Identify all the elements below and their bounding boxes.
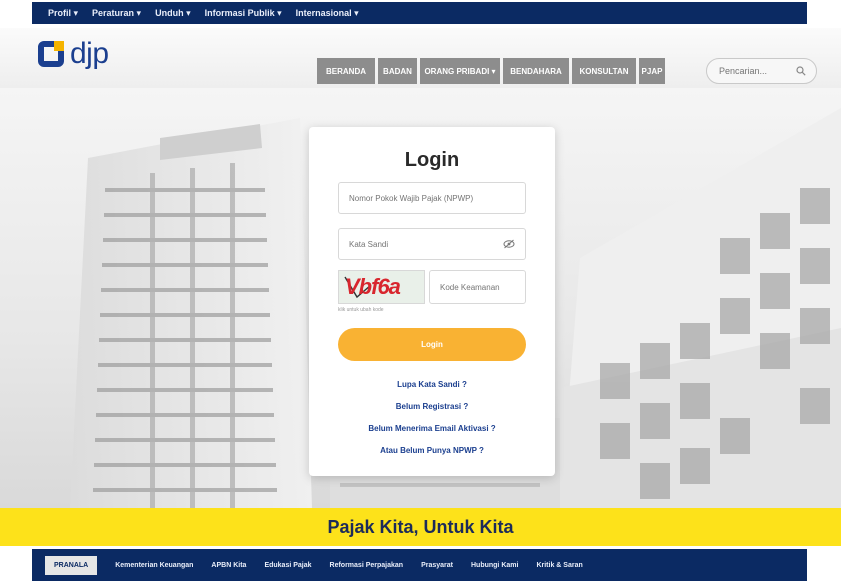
footer-reformasi-perpajakan[interactable]: Reformasi Perpajakan bbox=[330, 562, 404, 569]
footer-edukasi-pajak[interactable]: Edukasi Pajak bbox=[264, 562, 311, 569]
search-input[interactable] bbox=[719, 66, 791, 76]
top-nav: Profil ▾ Peraturan ▾ Unduh ▾ Informasi P… bbox=[32, 2, 807, 24]
top-nav-informasi-publik[interactable]: Informasi Publik ▾ bbox=[205, 8, 282, 19]
nav-konsultan[interactable]: KONSULTAN bbox=[572, 58, 636, 84]
logo-text: djp bbox=[70, 37, 109, 70]
captcha-hint[interactable]: klik untuk ubah kode bbox=[338, 307, 384, 313]
nav-badan[interactable]: BADAN bbox=[378, 58, 417, 84]
password-input[interactable] bbox=[349, 239, 499, 249]
footer-apbn-kita[interactable]: APBN Kita bbox=[211, 562, 246, 569]
captcha-field-wrapper bbox=[429, 270, 526, 304]
eye-slash-icon[interactable] bbox=[503, 239, 515, 249]
search-box bbox=[706, 58, 817, 84]
captcha-input[interactable] bbox=[440, 282, 520, 292]
search-icon[interactable] bbox=[796, 66, 806, 76]
captcha-text: Vbf6a bbox=[345, 274, 401, 299]
top-nav-peraturan[interactable]: Peraturan ▾ bbox=[92, 8, 141, 19]
top-nav-unduh[interactable]: Unduh ▾ bbox=[155, 8, 191, 19]
captcha-image[interactable]: Vbf6a bbox=[338, 270, 425, 304]
djp-logo[interactable]: djp bbox=[38, 37, 109, 70]
top-nav-internasional[interactable]: Internasional ▾ bbox=[296, 8, 359, 19]
footer-bar: PRANALA Kementerian Keuangan APBN Kita E… bbox=[0, 546, 841, 587]
nav-bendahara[interactable]: BENDAHARA bbox=[503, 58, 569, 84]
no-npwp-link[interactable]: Atau Belum Punya NPWP ? bbox=[309, 446, 555, 455]
footer-nav: PRANALA Kementerian Keuangan APBN Kita E… bbox=[32, 549, 807, 581]
footer-pranala[interactable]: PRANALA bbox=[45, 555, 98, 575]
npwp-field-wrapper bbox=[338, 182, 526, 214]
main-nav: BERANDA BADAN ORANG PRIBADI ▾ BENDAHARA … bbox=[317, 58, 665, 84]
nav-orang-pribadi[interactable]: ORANG PRIBADI ▾ bbox=[420, 58, 500, 84]
nav-pjap[interactable]: PJAP bbox=[639, 58, 665, 84]
top-bar: Profil ▾ Peraturan ▾ Unduh ▾ Informasi P… bbox=[0, 0, 841, 28]
login-title: Login bbox=[404, 149, 460, 171]
tagline-banner: Pajak Kita, Untuk Kita bbox=[0, 508, 841, 546]
footer-kritik-saran[interactable]: Kritik & Saran bbox=[536, 562, 582, 569]
login-card: Login Vbf6a klik untuk ubah kode Login L… bbox=[309, 127, 555, 476]
top-nav-profil[interactable]: Profil ▾ bbox=[48, 8, 78, 19]
npwp-input[interactable] bbox=[349, 193, 499, 203]
nav-beranda[interactable]: BERANDA bbox=[317, 58, 375, 84]
footer-kementerian-keuangan[interactable]: Kementerian Keuangan bbox=[115, 562, 193, 569]
footer-prasyarat[interactable]: Prasyarat bbox=[421, 562, 453, 569]
forgot-password-link[interactable]: Lupa Kata Sandi ? bbox=[309, 380, 555, 389]
password-field-wrapper bbox=[338, 228, 526, 260]
activation-email-link[interactable]: Belum Menerima Email Aktivasi ? bbox=[309, 424, 555, 433]
login-button[interactable]: Login bbox=[338, 328, 526, 361]
site-header: djp BERANDA BADAN ORANG PRIBADI ▾ BENDAH… bbox=[0, 28, 841, 88]
register-link[interactable]: Belum Registrasi ? bbox=[309, 402, 555, 411]
tagline-text: Pajak Kita, Untuk Kita bbox=[327, 516, 514, 537]
footer-hubungi-kami[interactable]: Hubungi Kami bbox=[471, 562, 518, 569]
logo-mark-icon bbox=[38, 41, 64, 67]
